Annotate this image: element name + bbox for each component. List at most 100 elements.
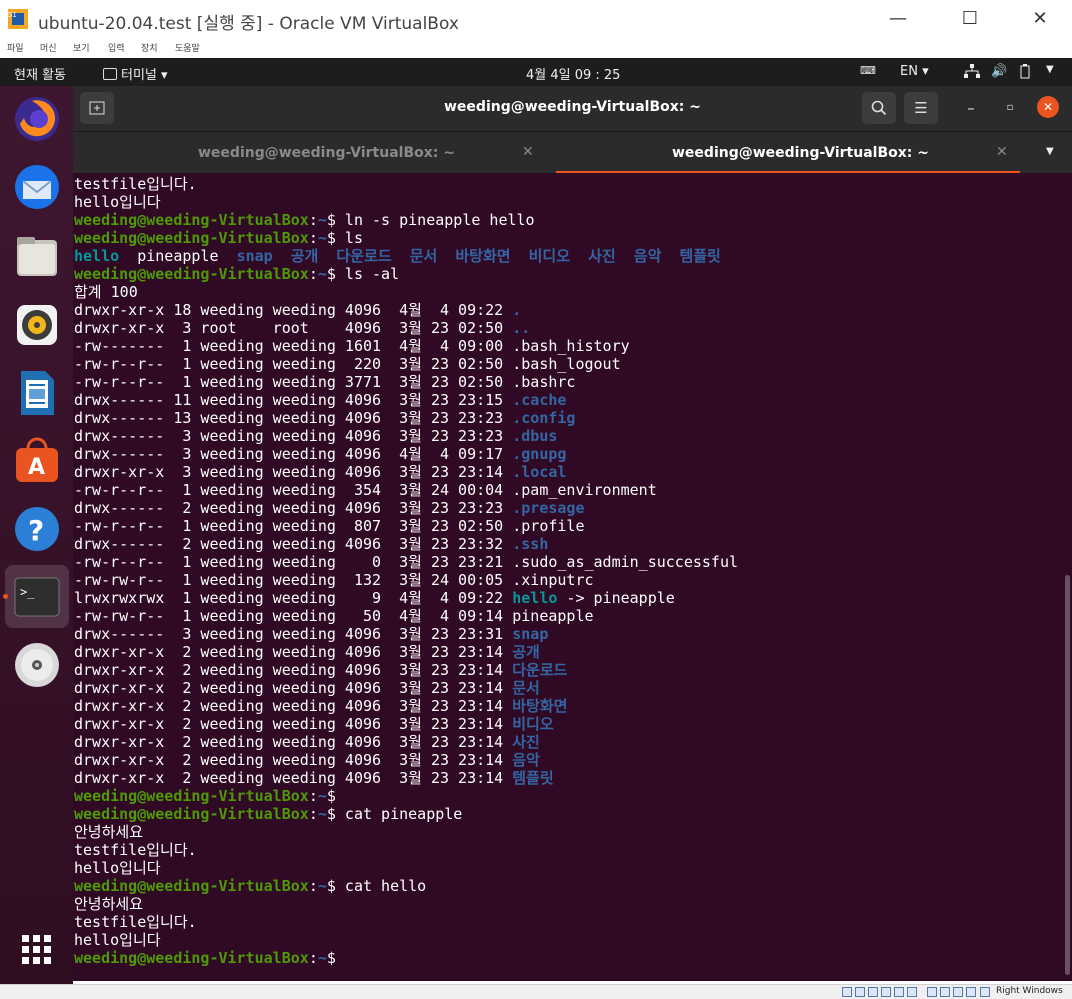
- svg-text:?: ?: [28, 514, 44, 547]
- display-icon[interactable]: [927, 987, 937, 997]
- terminal-minimize-button[interactable]: –: [954, 92, 988, 124]
- output-text: 합계 100: [74, 283, 138, 301]
- prompt-user: weeding@weeding-VirtualBox: [74, 211, 309, 229]
- terminal-maximize-button[interactable]: ▫: [993, 92, 1027, 124]
- system-menu-chevron-icon[interactable]: ▼: [1046, 64, 1054, 75]
- prompt-sep: :: [308, 229, 318, 247]
- terminal-icon[interactable]: >_: [12, 572, 62, 622]
- search-button[interactable]: [862, 92, 896, 124]
- listing-meta: drwxr-xr-x 2 weeding weeding 4096 3월 23 …: [74, 679, 513, 697]
- listing-filename: .profile: [512, 517, 585, 535]
- output-text: 안녕하세요: [74, 895, 144, 913]
- terminal-line: drwxr-xr-x 3 root root 4096 3월 23 02:50 …: [74, 319, 530, 337]
- mouse-integration-icon[interactable]: [966, 987, 976, 997]
- listing-meta: drwxr-xr-x 3 root root 4096 3월 23 02:50: [74, 319, 513, 337]
- tab-2[interactable]: weeding@weeding-VirtualBox: ~ ✕: [556, 132, 1020, 174]
- show-apps-icon[interactable]: [12, 928, 62, 978]
- terminal-line: drwx------ 2 weeding weeding 4096 3월 23 …: [74, 535, 548, 553]
- rhythmbox-icon[interactable]: [12, 300, 62, 350]
- firefox-icon[interactable]: [12, 94, 62, 144]
- audio-icon[interactable]: [868, 987, 878, 997]
- keyboard-icon[interactable]: ⌨: [860, 64, 876, 77]
- network-icon[interactable]: [964, 64, 980, 82]
- listing-meta: drwx------ 13 weeding weeding 4096 3월 23…: [74, 409, 513, 427]
- usb-icon[interactable]: [894, 987, 904, 997]
- listing-filename: pineapple: [512, 607, 594, 625]
- terminal-close-button[interactable]: ✕: [1037, 96, 1059, 118]
- hard-disk-icon[interactable]: [842, 987, 852, 997]
- terminal-line: drwx------ 3 weeding weeding 4096 4월 4 0…: [74, 445, 566, 463]
- battery-icon[interactable]: [1020, 64, 1030, 83]
- listing-meta: -rw-r--r-- 1 weeding weeding 0 3월 23 23:…: [74, 553, 513, 571]
- ls-gap: [219, 247, 237, 265]
- menu-view[interactable]: 보기: [73, 41, 90, 54]
- files-icon[interactable]: [12, 232, 62, 282]
- listing-meta: drwxr-xr-x 3 weeding weeding 4096 3월 23 …: [74, 463, 513, 481]
- writer-icon[interactable]: [12, 368, 62, 418]
- maximize-button[interactable]: ☐: [950, 4, 990, 34]
- prompt-path: ~: [317, 229, 327, 247]
- tab-1-label: weeding@weeding-VirtualBox: ~: [198, 145, 455, 161]
- ls-gap: [661, 247, 679, 265]
- shared-folder-icon[interactable]: [907, 987, 917, 997]
- help-icon[interactable]: ?: [12, 504, 62, 554]
- tab-2-close-icon[interactable]: ✕: [996, 144, 1008, 160]
- activities-button[interactable]: 현재 활동: [14, 64, 66, 83]
- ls-entry: hello: [74, 247, 120, 265]
- listing-filename: .bash_logout: [512, 355, 621, 373]
- command-text: $ ls -al: [326, 265, 400, 283]
- listing-filename: 바탕화면: [512, 697, 568, 715]
- output-text: hello입니다: [74, 193, 161, 211]
- ls-entry: 템플릿: [679, 247, 721, 265]
- link-target: -> pineapple: [557, 589, 675, 607]
- menu-machine[interactable]: 머신: [40, 41, 57, 54]
- listing-meta: drwx------ 3 weeding weeding 4096 3월 23 …: [74, 427, 513, 445]
- terminal-line: drwx------ 11 weeding weeding 4096 3월 23…: [74, 391, 566, 409]
- terminal-line: -rw-r--r-- 1 weeding weeding 0 3월 23 23:…: [74, 553, 738, 571]
- prompt-sep: :: [308, 805, 318, 823]
- listing-filename: .ssh: [512, 535, 549, 553]
- minimize-button[interactable]: —: [878, 4, 918, 34]
- software-icon[interactable]: A: [12, 436, 62, 486]
- network-adapter-icon[interactable]: [881, 987, 891, 997]
- tab-1[interactable]: weeding@weeding-VirtualBox: ~ ✕: [73, 132, 555, 174]
- ls-entry: 비디오: [528, 247, 571, 265]
- listing-filename: 공개: [512, 643, 540, 661]
- tab-list-chevron-icon[interactable]: ▼: [1046, 146, 1054, 157]
- cpu-icon[interactable]: [953, 987, 963, 997]
- menu-help[interactable]: 도움말: [175, 41, 200, 54]
- menu-devices[interactable]: 장치: [141, 41, 158, 54]
- terminal-line: drwxr-xr-x 2 weeding weeding 4096 3월 23 …: [74, 661, 567, 679]
- prompt-sep: :: [308, 265, 318, 283]
- clock[interactable]: 4월 4일 09 : 25: [526, 64, 620, 83]
- keyboard-capture-icon[interactable]: [980, 987, 990, 997]
- tab-bar: weeding@weeding-VirtualBox: ~ ✕ weeding@…: [73, 131, 1072, 174]
- prompt-user: weeding@weeding-VirtualBox: [74, 229, 309, 247]
- terminal-line: drwxr-xr-x 2 weeding weeding 4096 3월 23 …: [74, 769, 554, 787]
- tab-1-close-icon[interactable]: ✕: [522, 144, 534, 160]
- recording-icon[interactable]: [940, 987, 950, 997]
- thunderbird-icon[interactable]: [12, 162, 62, 212]
- terminal-output[interactable]: testfile입니다. hello입니다 weeding@weeding-Vi…: [73, 173, 1063, 981]
- terminal-line: weeding@weeding-VirtualBox:~$: [74, 787, 345, 805]
- command-text: $ cat pineapple: [326, 805, 463, 823]
- listing-meta: drwxr-xr-x 2 weeding weeding 4096 3월 23 …: [74, 643, 513, 661]
- menu-input[interactable]: 입력: [108, 41, 125, 54]
- close-window-button[interactable]: ✕: [1020, 4, 1060, 34]
- menu-file[interactable]: 파일: [7, 41, 24, 54]
- scrollbar-thumb[interactable]: [1065, 575, 1070, 975]
- listing-meta: -rw-rw-r-- 1 weeding weeding 50 4월 4 09:…: [74, 607, 513, 625]
- app-menu[interactable]: 터미널 ▾: [103, 64, 168, 83]
- volume-icon[interactable]: 🔊: [991, 64, 1007, 79]
- language-selector[interactable]: EN ▾: [900, 64, 929, 79]
- listing-meta: drwxr-xr-x 2 weeding weeding 4096 3월 23 …: [74, 769, 513, 787]
- optical-drive-icon[interactable]: [855, 987, 865, 997]
- output-text: testfile입니다.: [74, 913, 197, 931]
- output-text: 안녕하세요: [74, 823, 144, 841]
- listing-filename: ..: [512, 319, 531, 337]
- command-text: $: [326, 949, 345, 967]
- dvd-icon[interactable]: [12, 640, 62, 690]
- vbox-title-bar: G1 ubuntu-20.04.test [실행 중] - Oracle VM …: [0, 0, 1072, 38]
- hamburger-menu-button[interactable]: ☰: [904, 92, 938, 124]
- listing-filename: .cache: [512, 391, 567, 409]
